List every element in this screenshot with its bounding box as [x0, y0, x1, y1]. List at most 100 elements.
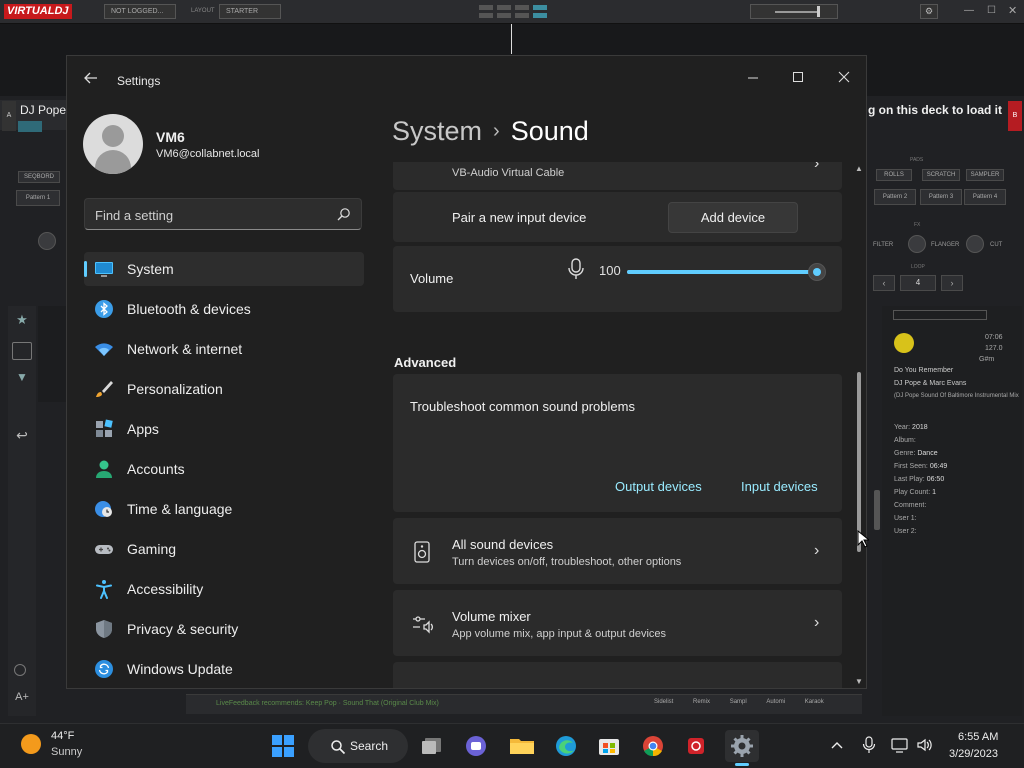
tab-sampler[interactable]: Sampl [730, 699, 747, 705]
folder-tree[interactable] [38, 306, 68, 402]
back-arrow-icon[interactable]: ↩ [10, 427, 34, 447]
teams-chat-icon[interactable] [459, 730, 493, 762]
tab-sideList[interactable]: Sidelist [654, 699, 673, 705]
nav-item-apps[interactable]: Apps [84, 412, 364, 446]
loop-prev-button[interactable]: ‹ [873, 275, 895, 291]
user-avatar[interactable] [83, 114, 143, 174]
pad-mode-sampler[interactable]: SAMPLER [966, 169, 1004, 181]
pattern-4-button[interactable]: Pattern 4 [964, 189, 1006, 205]
panel-resize-handle[interactable] [874, 490, 880, 530]
live-feedback-text[interactable]: LiveFeedback recommends: Keep Pop · Soun… [216, 700, 439, 707]
filter-icon[interactable]: ▼ [12, 370, 32, 390]
scrollbar-thumb[interactable] [857, 372, 861, 552]
fx-filter-knob[interactable] [908, 235, 926, 253]
back-arrow-icon[interactable] [83, 70, 101, 88]
virtualdj-taskbar-icon[interactable] [679, 730, 713, 762]
search-input[interactable]: Find a setting [84, 198, 362, 230]
file-explorer-icon[interactable] [505, 730, 539, 762]
title-bar[interactable]: Settings [67, 56, 866, 102]
nav-item-accessibility[interactable]: Accessibility [84, 572, 364, 606]
pattern-left-button[interactable]: Pattern 1 [16, 190, 60, 206]
clock-date[interactable]: 3/29/2023 [949, 748, 998, 760]
taskbar-search[interactable]: Search [308, 729, 408, 763]
sideview-dot-icon[interactable] [14, 664, 26, 676]
all-sound-devices-card[interactable]: All sound devices Turn devices on/off, t… [393, 518, 842, 584]
volume-mixer-card[interactable]: Volume mixer App volume mix, app input &… [393, 590, 842, 656]
folder-icon[interactable] [12, 342, 32, 360]
bottom-tabs[interactable]: Sidelist Remix Sampl Automi Karaok [640, 699, 824, 705]
volume-mixer-title: Volume mixer [452, 609, 531, 624]
scroll-down-icon[interactable]: ▼ [855, 677, 863, 686]
vdj-maximize-icon[interactable]: ☐ [987, 5, 996, 16]
nav-item-system[interactable]: System [84, 252, 364, 286]
weather-description[interactable]: Sunny [51, 746, 82, 758]
chevron-up-icon[interactable] [828, 736, 846, 754]
nav-item-network[interactable]: Network & internet [84, 332, 364, 366]
nav-item-privacy[interactable]: Privacy & security [84, 612, 364, 646]
minimize-icon[interactable] [738, 64, 768, 90]
sun-icon[interactable] [21, 734, 41, 754]
store-icon[interactable] [592, 730, 626, 762]
fx-filter-label: FILTER [873, 242, 894, 248]
chrome-icon[interactable] [636, 730, 670, 762]
pad-mode-scratch[interactable]: SCRATCH [922, 169, 960, 181]
taskbar: 44°F Sunny Search 6:55 AM 3/29/2023 [0, 723, 1024, 768]
vdj-settings-icon[interactable]: ⚙ [920, 4, 938, 19]
nav-item-windows-update[interactable]: Windows Update [84, 652, 364, 686]
tab-automix[interactable]: Automi [766, 699, 785, 705]
breadcrumb-parent[interactable]: System [392, 116, 482, 146]
nav-label: System [127, 261, 174, 277]
nav-item-personalization[interactable]: Personalization [84, 372, 364, 406]
search-icon[interactable] [337, 207, 351, 221]
info-panel-toolbar[interactable] [893, 310, 987, 320]
volume-tray-icon[interactable] [916, 736, 934, 754]
nav-item-accounts[interactable]: Accounts [84, 452, 364, 486]
nav-item-gaming[interactable]: Gaming [84, 532, 364, 566]
gamepad-icon [95, 545, 113, 554]
pattern-2-button[interactable]: Pattern 2 [874, 189, 916, 205]
tab-remix[interactable]: Remix [693, 699, 710, 705]
master-volume-slider[interactable] [750, 4, 838, 19]
user-name: VM6 [156, 129, 185, 145]
nav-label: Bluetooth & devices [127, 301, 251, 317]
login-status[interactable]: NOT LOGGED... [104, 4, 176, 19]
start-button[interactable] [266, 730, 300, 762]
volume-slider-thumb[interactable] [808, 263, 826, 281]
task-view-icon[interactable] [416, 730, 450, 762]
seqbord-button[interactable]: SEQBORD [18, 171, 60, 183]
tab-karaoke[interactable]: Karaok [805, 699, 824, 705]
loop-value[interactable]: 4 [900, 275, 936, 291]
output-devices-link[interactable]: Output devices [615, 479, 702, 494]
font-size-icon[interactable]: A+ [12, 691, 32, 707]
weather-temperature[interactable]: 44°F [51, 730, 74, 742]
loop-next-button[interactable]: › [941, 275, 963, 291]
microphone-icon[interactable] [567, 258, 585, 280]
next-card-partial[interactable] [393, 662, 842, 688]
track-time: 07:06 [985, 334, 1003, 341]
microphone-tray-icon[interactable] [860, 736, 878, 754]
info-year: Year: 2018 [894, 424, 928, 431]
favorites-star-icon[interactable]: ★ [12, 312, 32, 332]
clock-time[interactable]: 6:55 AM [958, 731, 998, 743]
input-device-card[interactable]: VB-Audio Virtual Cable › [393, 162, 842, 190]
scroll-up-icon[interactable]: ▲ [855, 164, 863, 173]
layout-select[interactable]: STARTER [219, 4, 281, 19]
pad-mode-rolls[interactable]: ROLLS [876, 169, 912, 181]
input-devices-link[interactable]: Input devices [741, 479, 818, 494]
edge-icon[interactable] [549, 730, 583, 762]
nav-item-time-language[interactable]: Time & language [84, 492, 364, 526]
network-tray-icon[interactable] [891, 736, 909, 754]
vdj-minimize-icon[interactable]: — [964, 5, 974, 16]
pattern-3-button[interactable]: Pattern 3 [920, 189, 962, 205]
nav-item-bluetooth[interactable]: Bluetooth & devices [84, 292, 364, 326]
maximize-icon[interactable] [783, 64, 813, 90]
playhead-line [511, 24, 512, 54]
add-device-button[interactable]: Add device [668, 202, 798, 233]
fx-flanger-knob[interactable] [966, 235, 984, 253]
volume-slider[interactable] [627, 263, 826, 281]
close-icon[interactable] [829, 64, 859, 90]
deck-a-knob[interactable] [38, 232, 56, 250]
settings-taskbar-icon[interactable] [725, 730, 759, 762]
content-scrollbar[interactable]: ▲ ▼ [854, 164, 864, 686]
vdj-close-icon[interactable]: ✕ [1008, 4, 1017, 17]
